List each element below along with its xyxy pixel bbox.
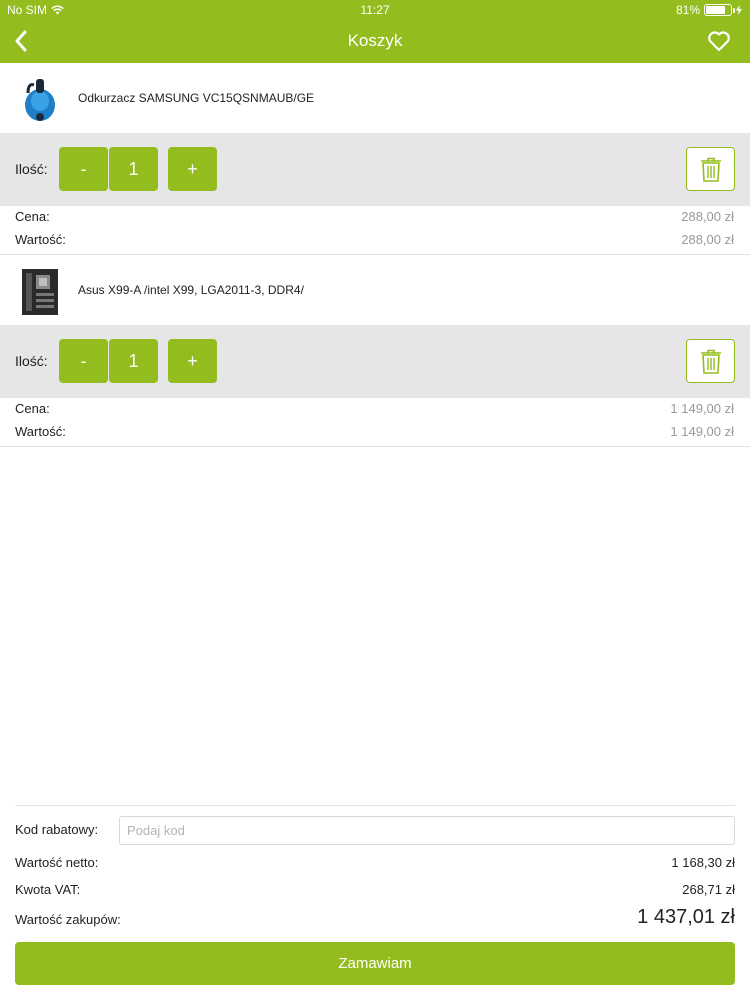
nav-bar: Koszyk: [0, 20, 750, 63]
motherboard-icon: [22, 269, 58, 315]
price-value: 1 149,00 zł: [670, 401, 734, 416]
decrease-quantity-button[interactable]: -: [59, 339, 108, 383]
value-amount: 288,00 zł: [681, 232, 734, 247]
heart-icon: [708, 31, 730, 52]
battery-fill: [706, 6, 726, 14]
promo-code-input[interactable]: [119, 816, 735, 845]
total-amount: 1 437,01 zł: [637, 906, 735, 928]
value-row: Wartość: 1 149,00 zł: [0, 421, 750, 444]
quantity-row: Ilość: - 1 +: [0, 134, 750, 206]
clock: 11:27: [360, 3, 390, 17]
net-value-row: Wartość netto: 1 168,30 zł: [15, 855, 735, 870]
total-label: Wartość zakupów:: [15, 912, 121, 927]
price-row: Cena: 288,00 zł: [0, 206, 750, 229]
value-label: Wartość:: [15, 424, 66, 439]
product-name[interactable]: Odkurzacz SAMSUNG VC15QSNMAUB/GE: [78, 91, 314, 105]
promo-code-label: Kod rabatowy:: [15, 822, 99, 837]
vat-row: Kwota VAT: 268,71 zł: [15, 882, 735, 897]
charging-icon: [736, 5, 742, 15]
quantity-value[interactable]: 1: [109, 339, 158, 383]
vat-amount: 268,71 zł: [682, 882, 735, 897]
value-amount: 1 149,00 zł: [670, 424, 734, 439]
battery-percent: 81%: [675, 3, 700, 17]
order-button[interactable]: Zamawiam: [15, 942, 735, 985]
page-title: Koszyk: [347, 31, 403, 50]
favorites-button[interactable]: [706, 28, 732, 54]
quantity-row: Ilość: - 1 +: [0, 326, 750, 398]
product-name[interactable]: Asus X99-A /intel X99, LGA2011-3, DDR4/: [78, 283, 304, 297]
top-bar: No SIM 11:27 81% Koszyk: [0, 0, 750, 63]
price-row: Cena: 1 149,00 zł: [0, 398, 750, 421]
cart-item-header[interactable]: Asus X99-A /intel X99, LGA2011-3, DDR4/: [0, 255, 750, 326]
item-divider: [0, 446, 750, 447]
vacuum-cleaner-icon: [25, 79, 55, 121]
delete-item-button[interactable]: [686, 339, 735, 383]
battery-icon: [704, 4, 735, 16]
quantity-label: Ilość:: [15, 161, 48, 177]
cart-item-header[interactable]: Odkurzacz SAMSUNG VC15QSNMAUB/GE: [0, 63, 750, 134]
decrease-quantity-button[interactable]: -: [59, 147, 108, 191]
price-value: 288,00 zł: [681, 209, 734, 224]
value-row: Wartość: 288,00 zł: [0, 229, 750, 252]
delete-item-button[interactable]: [686, 147, 735, 191]
status-bar: No SIM 11:27 81%: [0, 0, 750, 20]
price-label: Cena:: [15, 401, 50, 416]
vat-label: Kwota VAT:: [15, 882, 81, 897]
total-row: Wartość zakupów: 1 437,01 zł: [15, 906, 735, 928]
summary-divider: [15, 805, 735, 806]
price-label: Cena:: [15, 209, 50, 224]
increase-quantity-button[interactable]: +: [168, 147, 217, 191]
quantity-label: Ilość:: [15, 353, 48, 369]
net-value-label: Wartość netto:: [15, 855, 99, 870]
trash-icon: [701, 349, 721, 374]
value-label: Wartość:: [15, 232, 66, 247]
trash-icon: [701, 157, 721, 182]
battery-group: 81%: [676, 3, 742, 17]
net-value-amount: 1 168,30 zł: [671, 855, 735, 870]
quantity-value[interactable]: 1: [109, 147, 158, 191]
increase-quantity-button[interactable]: +: [168, 339, 217, 383]
